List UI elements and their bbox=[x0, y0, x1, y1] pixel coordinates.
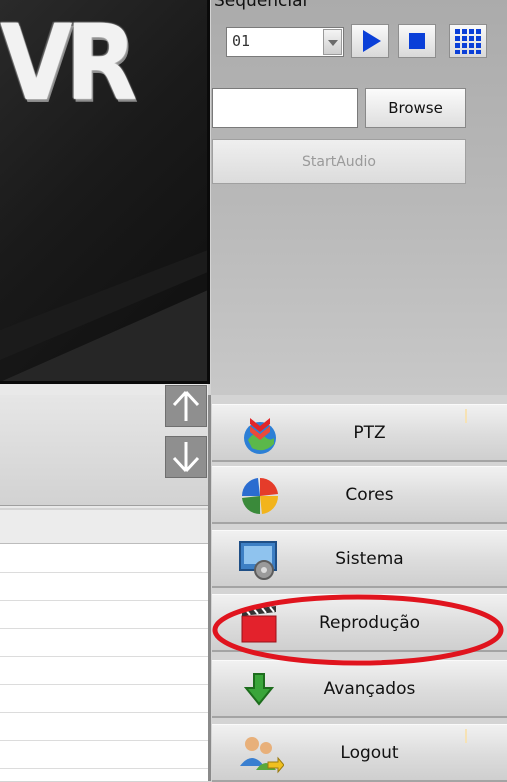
ptz-icon bbox=[244, 418, 276, 454]
menu-item-label: Avançados bbox=[323, 679, 416, 699]
menu-item-reproducao[interactable]: Reprodução bbox=[212, 594, 507, 652]
stop-button[interactable] bbox=[398, 24, 436, 58]
menu-item-sistema[interactable]: Sistema bbox=[212, 530, 507, 588]
start-audio-button[interactable]: StartAudio bbox=[212, 139, 466, 184]
browse-button[interactable]: Browse bbox=[365, 88, 466, 128]
arrow-down-icon bbox=[172, 442, 200, 473]
arrow-up-icon bbox=[172, 390, 200, 421]
list-row-divider bbox=[0, 712, 210, 713]
list-row-divider bbox=[0, 684, 210, 685]
sequencial-label: Sequencial bbox=[214, 0, 308, 11]
scroll-up-button[interactable] bbox=[165, 385, 207, 427]
list-row-divider bbox=[0, 740, 210, 741]
menu-item-avancados[interactable]: Avançados bbox=[212, 660, 507, 718]
advanced-icon bbox=[243, 673, 275, 706]
menu-item-label: Reprodução bbox=[318, 613, 421, 633]
list-row-divider bbox=[0, 572, 210, 573]
playback-icon bbox=[241, 606, 277, 643]
menu-item-label: Logout bbox=[340, 743, 399, 763]
menu-item-label: Cores bbox=[345, 485, 394, 505]
control-panel bbox=[211, 0, 507, 395]
stop-icon bbox=[409, 33, 425, 49]
menu-item-ptz[interactable]: PTZ bbox=[212, 404, 507, 462]
event-list[interactable] bbox=[0, 544, 210, 781]
system-icon bbox=[239, 541, 277, 580]
list-row-divider bbox=[0, 656, 210, 657]
play-button[interactable] bbox=[351, 24, 389, 58]
panel-divider bbox=[208, 395, 211, 781]
menu-item-label: PTZ bbox=[353, 423, 386, 443]
list-row-divider bbox=[0, 628, 210, 629]
grid-icon bbox=[455, 29, 481, 54]
play-icon bbox=[363, 30, 381, 52]
logout-icon bbox=[240, 737, 284, 774]
chevron-down-icon[interactable] bbox=[323, 29, 342, 55]
sequencial-selected-value: 01 bbox=[232, 32, 251, 50]
scroll-down-button[interactable] bbox=[165, 436, 207, 478]
list-row-divider bbox=[0, 768, 210, 769]
list-header bbox=[0, 510, 210, 544]
menu-item-label: Sistema bbox=[335, 549, 404, 569]
menu-item-logout[interactable]: Logout bbox=[212, 724, 507, 782]
menu-item-cores[interactable]: Cores bbox=[212, 466, 507, 524]
grid-view-button[interactable] bbox=[449, 24, 487, 58]
audio-file-input[interactable] bbox=[212, 88, 358, 128]
list-row-divider bbox=[0, 600, 210, 601]
colors-icon bbox=[241, 477, 279, 515]
logo-text: VR bbox=[0, 2, 137, 124]
